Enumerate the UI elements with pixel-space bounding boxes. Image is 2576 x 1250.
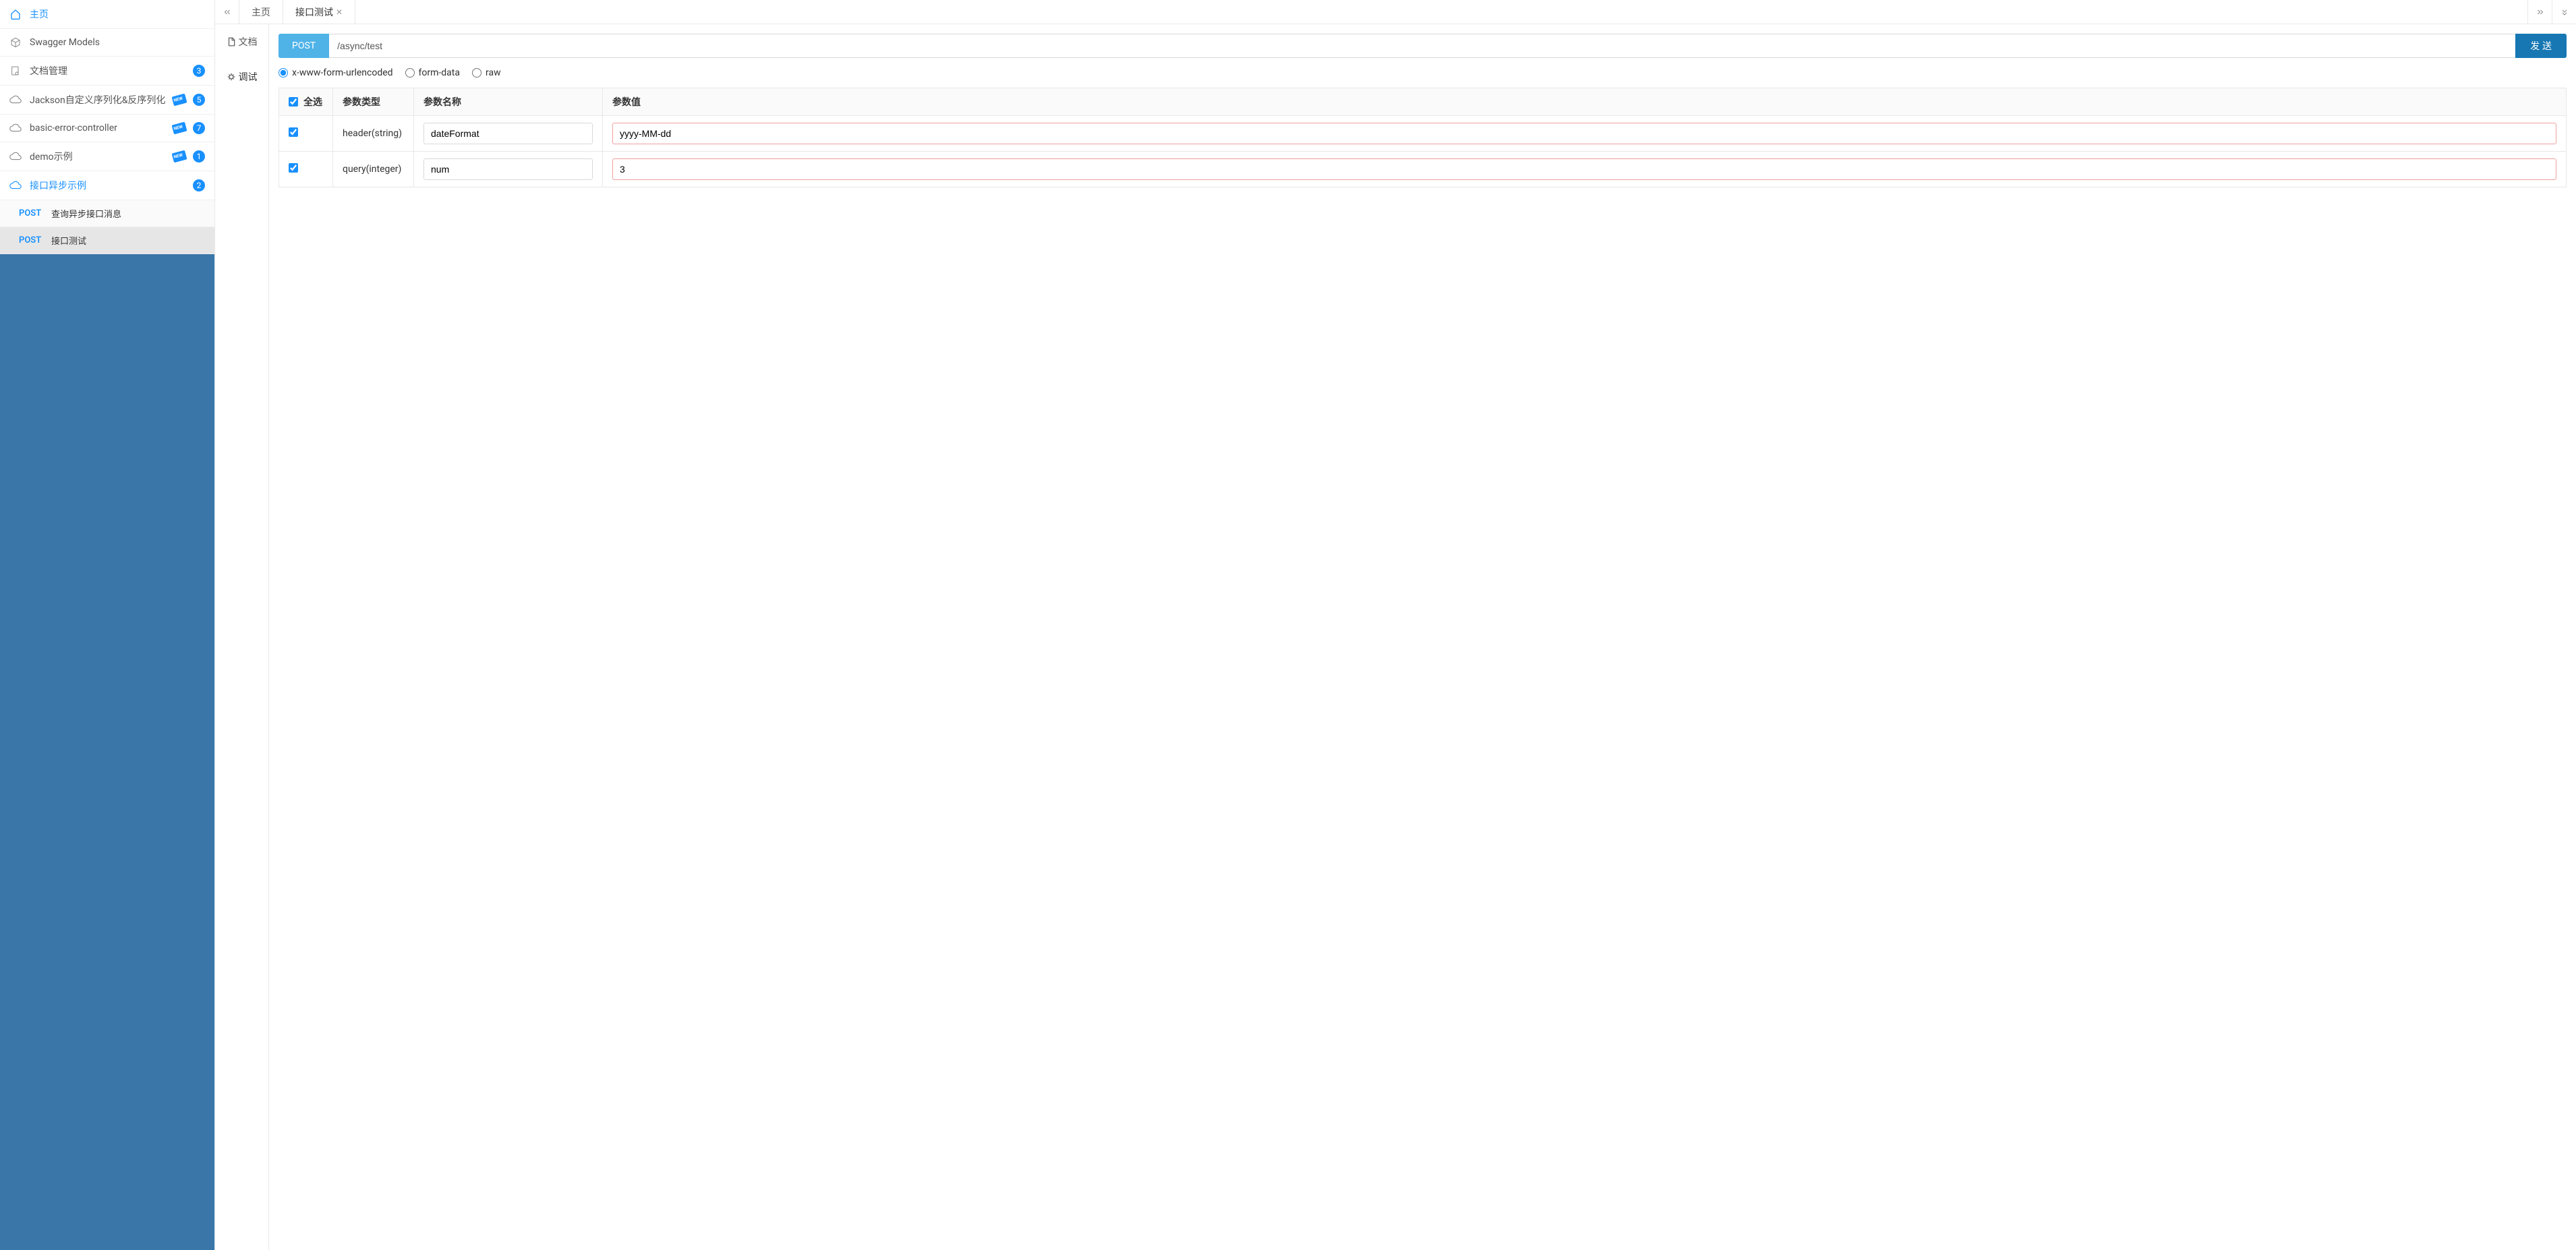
sidebar-item-label: 文档管理 bbox=[30, 64, 189, 78]
sidebar-item-label: Swagger Models bbox=[30, 37, 205, 48]
col-value: 参数值 bbox=[603, 88, 2567, 116]
tab-scroll-right[interactable] bbox=[2527, 0, 2552, 24]
radio-urlencoded[interactable]: x-www-form-urlencoded bbox=[279, 67, 393, 78]
count-badge: 5 bbox=[193, 94, 205, 106]
radio-formdata[interactable]: form-data bbox=[405, 67, 460, 78]
sidebar-item-swagger-models[interactable]: Swagger Models bbox=[0, 29, 214, 57]
row-checkbox[interactable] bbox=[289, 127, 298, 137]
tab-scroll-left[interactable] bbox=[215, 0, 239, 24]
sidebar-item-basic-error[interactable]: basic-error-controller 7 bbox=[0, 115, 214, 142]
cloud-icon bbox=[9, 94, 22, 106]
table-row: query(integer) bbox=[279, 152, 2567, 187]
params-table: 全选 参数类型 参数名称 参数值 header(string) bbox=[279, 88, 2567, 187]
select-all-checkbox[interactable] bbox=[289, 97, 298, 107]
sidebar-item-label: 主页 bbox=[30, 7, 205, 21]
cube-icon bbox=[9, 36, 22, 49]
sidebar-fill bbox=[0, 254, 214, 1250]
param-type: header(string) bbox=[333, 116, 414, 152]
side-tab-list: 文档 调试 bbox=[215, 24, 269, 1250]
cloud-icon bbox=[9, 179, 22, 191]
side-tab-doc[interactable]: 文档 bbox=[215, 24, 268, 59]
close-icon[interactable]: ✕ bbox=[336, 7, 343, 17]
param-value-input[interactable] bbox=[612, 123, 2556, 144]
bug-icon bbox=[227, 72, 236, 82]
http-method-label: POST bbox=[19, 208, 51, 218]
sidebar-item-label: basic-error-controller bbox=[30, 123, 173, 133]
new-badge-icon bbox=[172, 150, 187, 163]
main: 主页 接口测试 ✕ 文档 bbox=[215, 0, 2576, 1250]
radio-label: raw bbox=[486, 67, 501, 78]
cloud-icon bbox=[9, 122, 22, 134]
radio-raw[interactable]: raw bbox=[472, 67, 501, 78]
param-type: query(integer) bbox=[333, 152, 414, 187]
radio-input[interactable] bbox=[279, 68, 288, 78]
side-tab-debug[interactable]: 调试 bbox=[215, 59, 268, 94]
select-all-label: 全选 bbox=[303, 95, 322, 109]
new-badge-icon bbox=[172, 94, 187, 107]
request-method[interactable]: POST bbox=[279, 34, 329, 58]
sidebar-sublist: POST 查询异步接口消息 POST 接口测试 bbox=[0, 200, 214, 254]
tab-more[interactable] bbox=[2552, 0, 2576, 24]
request-url-input[interactable] bbox=[329, 34, 2516, 58]
param-name-input[interactable] bbox=[423, 123, 593, 144]
http-method-label: POST bbox=[19, 235, 51, 245]
sidebar-item-home[interactable]: 主页 bbox=[0, 0, 214, 29]
count-badge: 3 bbox=[193, 65, 205, 77]
api-name-label: 接口测试 bbox=[51, 234, 86, 247]
col-type: 参数类型 bbox=[333, 88, 414, 116]
sidebar: 主页 Swagger Models 文档管理 3 Jackson自定义序列化& bbox=[0, 0, 215, 1250]
table-row: header(string) bbox=[279, 116, 2567, 152]
new-badge-icon bbox=[172, 122, 187, 135]
tab-label: 主页 bbox=[252, 5, 270, 19]
doc-settings-icon bbox=[9, 65, 22, 77]
tab-api-test[interactable]: 接口测试 ✕ bbox=[283, 0, 355, 24]
side-tab-label: 文档 bbox=[239, 35, 258, 49]
side-tab-label: 调试 bbox=[239, 70, 258, 84]
count-badge: 2 bbox=[193, 179, 205, 191]
sidebar-item-label: 接口异步示例 bbox=[30, 179, 189, 192]
tab-label: 接口测试 bbox=[295, 5, 333, 19]
col-select-all: 全选 bbox=[279, 88, 333, 116]
api-name-label: 查询异步接口消息 bbox=[51, 207, 121, 220]
param-name-input[interactable] bbox=[423, 158, 593, 180]
col-name: 参数名称 bbox=[414, 88, 603, 116]
tab-home[interactable]: 主页 bbox=[239, 0, 283, 24]
param-value-input[interactable] bbox=[612, 158, 2556, 180]
sidebar-subitem-api-test[interactable]: POST 接口测试 bbox=[0, 227, 214, 254]
radio-label: form-data bbox=[419, 67, 460, 78]
tab-bar: 主页 接口测试 ✕ bbox=[215, 0, 2576, 24]
radio-input[interactable] bbox=[405, 68, 415, 78]
sidebar-item-label: demo示例 bbox=[30, 150, 173, 163]
content-pane: POST 发 送 x-www-form-urlencoded form-data bbox=[269, 24, 2576, 1250]
sidebar-item-async[interactable]: 接口异步示例 2 bbox=[0, 171, 214, 200]
row-checkbox[interactable] bbox=[289, 163, 298, 173]
request-bar: POST 发 送 bbox=[279, 34, 2567, 58]
home-icon bbox=[9, 8, 22, 20]
sidebar-subitem-query-async[interactable]: POST 查询异步接口消息 bbox=[0, 200, 214, 227]
sidebar-item-demo[interactable]: demo示例 1 bbox=[0, 142, 214, 171]
sidebar-item-label: Jackson自定义序列化&反序列化 bbox=[30, 93, 173, 107]
sidebar-item-doc-manage[interactable]: 文档管理 3 bbox=[0, 57, 214, 86]
cloud-icon bbox=[9, 150, 22, 162]
body-type-row: x-www-form-urlencoded form-data raw bbox=[279, 67, 2567, 78]
radio-label: x-www-form-urlencoded bbox=[292, 67, 393, 78]
count-badge: 7 bbox=[193, 122, 205, 134]
count-badge: 1 bbox=[193, 150, 205, 162]
radio-input[interactable] bbox=[472, 68, 481, 78]
sidebar-item-jackson[interactable]: Jackson自定义序列化&反序列化 5 bbox=[0, 86, 214, 115]
send-button[interactable]: 发 送 bbox=[2515, 34, 2567, 58]
file-icon bbox=[227, 37, 236, 47]
